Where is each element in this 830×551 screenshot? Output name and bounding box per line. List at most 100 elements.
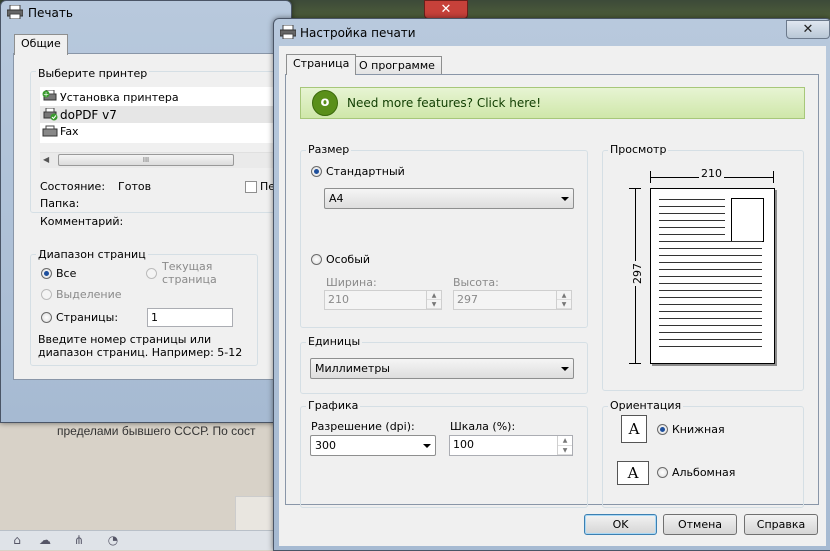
printer-item-fax[interactable]: Fax [60,125,79,138]
landscape-page-icon: A [617,461,649,485]
dopdf-logo-icon: o [312,90,338,116]
landscape-label: Альбомная [672,466,736,479]
graphics-label: Графика [306,399,361,412]
printer-list-scrollbar[interactable]: ◀ III [40,152,300,168]
size-label: Размер [306,143,352,156]
gauge-icon[interactable]: ◔ [106,533,120,547]
spin-down-icon[interactable]: ▼ [427,300,441,309]
background-article-text: пределами бывшего СССР. По сост [57,424,256,438]
range-selection-label: Выделение [56,288,122,301]
cancel-button[interactable]: Отмена [663,514,737,535]
width-value: 210 [328,293,349,306]
setup-dialog: Настройка печати ✕ Страница О программе … [273,18,830,551]
general-tab-panel: Выберите принтер + Установка принтера do… [13,53,302,380]
status-label: Состояние: [40,180,106,193]
range-pages-label: Страницы: [56,311,119,324]
printer-icon [6,4,24,20]
range-current-radio[interactable] [146,268,157,279]
width-spinner[interactable]: ▲ ▼ [426,291,441,309]
portrait-radio[interactable] [657,424,668,435]
spin-down-icon[interactable]: ▼ [557,300,571,309]
width-label: Ширина: [326,276,377,289]
range-hint: Введите номер страницы или диапазон стра… [38,333,243,359]
help-button[interactable]: Справка [744,514,818,535]
spin-up-icon[interactable]: ▲ [557,291,571,300]
range-all-label: Все [56,267,77,280]
paper-size-select[interactable]: A4 [324,188,574,209]
setup-client-area: Страница О программе o Need more feature… [279,46,826,546]
printer-item-add[interactable]: Установка принтера [60,91,179,104]
range-pages-input[interactable]: 1 [147,308,233,327]
scale-spinner[interactable]: ▲ ▼ [557,436,572,455]
standard-radio[interactable] [311,166,322,177]
range-selection-radio[interactable] [41,289,52,300]
scroll-left-icon[interactable]: ◀ [43,155,49,164]
height-input[interactable]: 297 ▲ ▼ [453,290,572,310]
spin-up-icon[interactable]: ▲ [427,291,441,300]
fax-icon [42,125,58,138]
add-printer-icon: + [42,89,58,103]
custom-label: Особый [326,253,371,266]
promo-link[interactable]: Need more features? Click here! [347,96,541,110]
tab-about[interactable]: О программе [352,56,442,75]
promo-banner[interactable]: o Need more features? Click here! [300,87,805,119]
tab-general[interactable]: Общие [14,34,68,55]
width-input[interactable]: 210 ▲ ▼ [324,290,442,310]
preview-width-value: 210 [699,167,724,180]
printer-item-dopdf[interactable]: doPDF v7 [60,108,117,122]
printer-default-icon [42,107,58,121]
status-value: Готов [118,180,152,193]
print-dialog-title: Печать [28,6,73,20]
folder-label: Папка: [40,197,80,210]
resolution-value: 300 [315,439,336,452]
setup-dialog-close-button[interactable]: ✕ [786,20,830,39]
select-printer-label: Выберите принтер [36,67,150,80]
preview-image-box [731,198,764,242]
spin-down-icon[interactable]: ▼ [558,446,572,455]
print-dialog-close-button[interactable]: ✕ [424,0,468,19]
resolution-select[interactable]: 300 [310,435,436,456]
scale-value: 100 [453,438,474,451]
height-spinner[interactable]: ▲ ▼ [556,291,571,309]
preview-height-value: 297 [631,261,644,286]
custom-radio[interactable] [311,254,322,265]
scale-label: Шкала (%): [450,420,516,433]
standard-label: Стандартный [326,165,405,178]
units-select[interactable]: Миллиметры [310,358,574,379]
scroll-thumb[interactable]: III [58,154,234,166]
print-dialog: Печать Общие Выберите принтер + Установк… [0,0,302,423]
portrait-page-icon: A [621,415,647,443]
home-icon[interactable]: ⌂ [10,533,24,547]
spin-up-icon[interactable]: ▲ [558,436,572,446]
range-pages-radio[interactable] [41,312,52,323]
portrait-label: Книжная [672,423,725,436]
ok-button[interactable]: OK [584,514,657,535]
height-label: Высота: [453,276,499,289]
background-image [235,496,277,532]
page-tab-panel: o Need more features? Click here! Размер… [285,74,819,508]
resolution-label: Разрешение (dpi): [311,420,415,433]
units-label: Единицы [306,335,363,348]
chevron-down-icon [561,196,569,201]
cloud-icon[interactable]: ☁ [38,533,52,547]
page-range-label: Диапазон страниц [36,248,148,261]
chevron-down-icon [423,443,431,448]
units-value: Миллиметры [315,362,390,375]
share-icon[interactable]: ⋔ [72,533,86,547]
orientation-label: Ориентация [608,399,684,412]
range-all-radio[interactable] [41,268,52,279]
paper-size-value: A4 [329,192,344,205]
chevron-down-icon [561,366,569,371]
printer-list[interactable]: + Установка принтера doPDF v7 Fax [40,87,300,143]
print-to-file-checkbox[interactable] [245,181,257,193]
preview-label: Просмотр [608,143,669,156]
height-value: 297 [457,293,478,306]
tab-page[interactable]: Страница [286,54,357,75]
svg-text:+: + [43,91,49,99]
preview-paper [650,188,775,364]
printer-icon [279,24,297,40]
range-current-label: Текущая страница [162,260,217,286]
landscape-radio[interactable] [657,467,668,478]
setup-dialog-title: Настройка печати [300,26,416,40]
scale-input[interactable]: 100 ▲ ▼ [449,435,573,456]
